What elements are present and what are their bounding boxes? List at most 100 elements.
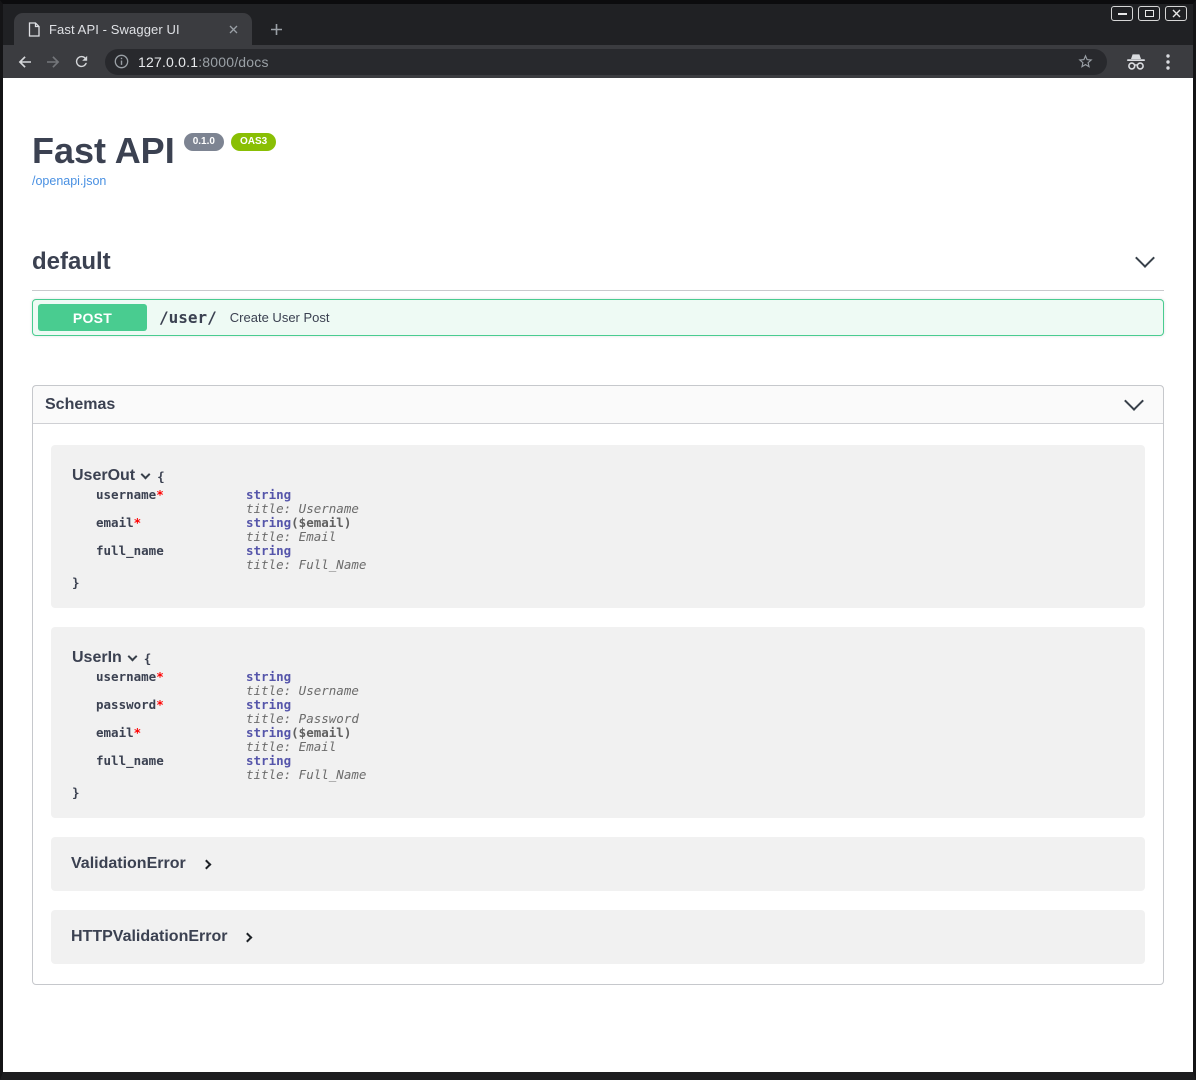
address-bar[interactable]: 127.0.0.1:8000/docs <box>105 49 1107 75</box>
window-controls <box>1111 6 1187 21</box>
schemas-body: UserOut { username* string title: Userna… <box>33 424 1163 984</box>
property-name: username* <box>96 670 246 698</box>
forward-button[interactable] <box>39 48 67 76</box>
property-type: string <box>246 515 291 530</box>
property-title: title: Full_Name <box>246 768 366 782</box>
property-title: title: Email <box>246 530 351 544</box>
tab-close-button[interactable] <box>224 20 242 38</box>
model-httpvalidationerror[interactable]: HTTPValidationError <box>51 910 1145 964</box>
schemas-title: Schemas <box>45 396 115 414</box>
tag-section-default[interactable]: default <box>32 248 1164 291</box>
property-name: full_name <box>96 754 246 782</box>
new-tab-button[interactable] <box>263 16 289 42</box>
operation-summary: Create User Post <box>230 310 330 325</box>
required-star: * <box>134 725 142 740</box>
chevron-down-icon <box>127 651 137 661</box>
maximize-icon <box>1145 10 1154 17</box>
oas-badge: OAS3 <box>231 133 276 151</box>
brace-open: { <box>157 469 165 484</box>
model-title: ValidationError <box>71 855 186 873</box>
openapi-spec-link[interactable]: /openapi.json <box>32 174 106 188</box>
chevron-right-icon <box>201 859 211 869</box>
browser-tab[interactable]: Fast API - Swagger UI <box>14 13 252 45</box>
property-name: email* <box>96 726 246 754</box>
operation-post-user[interactable]: POST /user/ Create User Post <box>32 299 1164 336</box>
property-row: username* string title: Username <box>96 488 1125 516</box>
page-icon <box>28 22 40 37</box>
browser-window: Fast API - Swagger UI 127.0.0.1:8000/doc… <box>0 0 1196 1080</box>
property-format: ($email) <box>291 515 351 530</box>
property-type: string <box>246 697 291 712</box>
schemas-header[interactable]: Schemas <box>33 386 1163 424</box>
required-star: * <box>156 669 164 684</box>
property-type: string <box>246 669 291 684</box>
version-badge: 0.1.0 <box>184 133 224 151</box>
api-info: Fast API 0.1.0 OAS3 /openapi.json <box>32 132 1164 190</box>
maximize-button[interactable] <box>1138 6 1160 21</box>
model-title: HTTPValidationError <box>71 928 227 946</box>
property-row: email* string($email) title: Email <box>96 726 1125 754</box>
back-button[interactable] <box>11 48 39 76</box>
model-validationerror[interactable]: ValidationError <box>51 837 1145 891</box>
property-type: string <box>246 487 291 502</box>
chevron-down-icon <box>1124 391 1144 411</box>
swagger-page: Fast API0.1.0OAS3 /openapi.json default … <box>3 78 1193 1072</box>
model-userin-toggle[interactable]: UserIn <box>72 649 136 667</box>
star-icon <box>1077 53 1094 70</box>
chevron-right-icon <box>243 932 253 942</box>
tag-name: default <box>32 248 111 276</box>
page-title: Fast API <box>32 130 175 171</box>
reload-button[interactable] <box>67 48 95 76</box>
plus-icon <box>270 23 283 36</box>
chevron-down-icon <box>1135 248 1155 268</box>
url-path: :8000/docs <box>198 54 269 70</box>
kebab-menu-icon <box>1166 54 1170 70</box>
browser-menu-button[interactable] <box>1155 48 1181 76</box>
tab-title: Fast API - Swagger UI <box>49 22 215 37</box>
forward-icon <box>44 53 62 71</box>
property-type: string <box>246 725 291 740</box>
property-row: full_name string title: Full_Name <box>96 754 1125 782</box>
property-name: full_name <box>96 544 246 572</box>
property-type: string <box>246 753 291 768</box>
model-title: UserOut <box>72 467 135 485</box>
property-name: password* <box>96 698 246 726</box>
required-star: * <box>156 487 164 502</box>
property-title: title: Username <box>246 502 359 516</box>
schemas-section: Schemas UserOut { <box>32 385 1164 985</box>
required-star: * <box>134 515 142 530</box>
minimize-button[interactable] <box>1111 6 1133 21</box>
close-button[interactable] <box>1165 6 1187 21</box>
bookmark-button[interactable] <box>1073 50 1097 74</box>
required-star: * <box>156 697 164 712</box>
property-row: email* string($email) title: Email <box>96 516 1125 544</box>
property-title: title: Full_Name <box>246 558 366 572</box>
url-text[interactable]: 127.0.0.1:8000/docs <box>138 54 1073 70</box>
model-properties: username* string title: Username passwor… <box>96 670 1125 782</box>
close-icon <box>1172 9 1181 18</box>
chevron-down-icon <box>141 469 151 479</box>
brace-close: } <box>72 785 1125 800</box>
incognito-avatar-button[interactable] <box>1121 48 1151 76</box>
method-badge: POST <box>38 304 147 331</box>
model-title: UserIn <box>72 649 122 667</box>
badges: 0.1.0 OAS3 <box>184 133 276 151</box>
model-userout-toggle[interactable]: UserOut <box>72 467 149 485</box>
titlebar: Fast API - Swagger UI <box>3 4 1193 45</box>
info-icon[interactable] <box>114 54 129 69</box>
brace-open: { <box>144 651 152 666</box>
property-format: ($email) <box>291 725 351 740</box>
property-title: title: Password <box>246 712 359 726</box>
close-icon <box>229 25 238 34</box>
property-row: username* string title: Username <box>96 670 1125 698</box>
property-name: email* <box>96 516 246 544</box>
back-icon <box>16 53 34 71</box>
model-userin: UserIn { username* string title: Usernam… <box>51 627 1145 818</box>
property-title: title: Username <box>246 684 359 698</box>
model-userout: UserOut { username* string title: Userna… <box>51 445 1145 608</box>
property-name: username* <box>96 488 246 516</box>
property-row: full_name string title: Full_Name <box>96 544 1125 572</box>
url-host: 127.0.0.1 <box>138 54 198 70</box>
property-title: title: Email <box>246 740 351 754</box>
browser-toolbar: 127.0.0.1:8000/docs <box>3 45 1193 78</box>
